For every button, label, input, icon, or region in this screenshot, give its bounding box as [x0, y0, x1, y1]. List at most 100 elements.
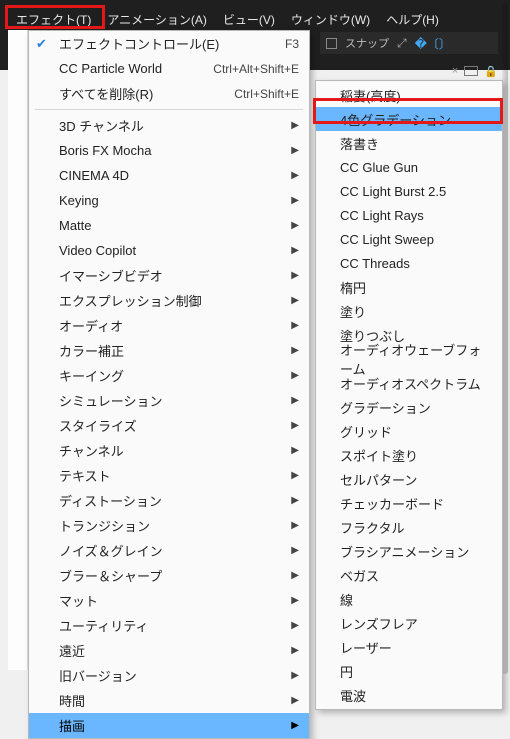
tab-close-icon[interactable]: ×	[452, 65, 458, 77]
submenu-item[interactable]: CC Light Rays	[316, 203, 502, 227]
menu-item-label: 描画	[59, 716, 291, 735]
submenu-item[interactable]: オーディオスペクトラム	[316, 371, 502, 395]
submenu-arrow-icon: ▶	[291, 195, 299, 206]
menu-animation[interactable]: アニメーション(A)	[99, 8, 215, 31]
submenu-item[interactable]: レーザー	[316, 635, 502, 659]
expand-icon[interactable]: ⤢	[397, 36, 407, 51]
submenu-item[interactable]: CC Light Burst 2.5	[316, 179, 502, 203]
menu-category-item[interactable]: オーディオ▶	[29, 313, 309, 338]
submenu-item[interactable]: グリッド	[316, 419, 502, 443]
menu-item-last-effect[interactable]: CC Particle World Ctrl+Alt+Shift+E	[29, 56, 309, 81]
menu-category-item[interactable]: スタイライズ▶	[29, 413, 309, 438]
submenu-arrow-icon: ▶	[291, 545, 299, 556]
tab-panel-icon[interactable]	[464, 66, 478, 76]
submenu-arrow-icon: ▶	[291, 520, 299, 531]
menu-category-item[interactable]: トランジション▶	[29, 513, 309, 538]
menu-category-item[interactable]: Boris FX Mocha▶	[29, 138, 309, 163]
menu-item-effect-controls[interactable]: ✔ エフェクトコントロール(E) F3	[29, 31, 309, 56]
menu-category-item[interactable]: Video Copilot▶	[29, 238, 309, 263]
submenu-arrow-icon: ▶	[291, 570, 299, 581]
submenu-arrow-icon: ▶	[291, 495, 299, 506]
menu-category-item[interactable]: キーイング▶	[29, 363, 309, 388]
submenu-item[interactable]: レンズフレア	[316, 611, 502, 635]
menu-window[interactable]: ウィンドウ(W)	[283, 8, 378, 31]
submenu-item[interactable]: セルパターン	[316, 467, 502, 491]
menu-category-item[interactable]: チャンネル▶	[29, 438, 309, 463]
menu-item-label: シミュレーション	[59, 391, 291, 410]
menu-category-item[interactable]: エクスプレッション制御▶	[29, 288, 309, 313]
submenu-arrow-icon: ▶	[291, 670, 299, 681]
submenu-item[interactable]: 4色グラデーション	[316, 107, 502, 131]
menu-item-label: エフェクトコントロール(E)	[59, 34, 285, 53]
menu-item-label: ユーティリティ	[59, 616, 291, 635]
submenu-item[interactable]: スポイト塗り	[316, 443, 502, 467]
menu-item-label: 旧バージョン	[59, 666, 291, 685]
snap-checkbox[interactable]	[326, 38, 337, 49]
menu-category-item[interactable]: シミュレーション▶	[29, 388, 309, 413]
menu-category-item[interactable]: テキスト▶	[29, 463, 309, 488]
menu-category-item[interactable]: 時間▶	[29, 688, 309, 713]
submenu-arrow-icon: ▶	[291, 220, 299, 231]
submenu-arrow-icon: ▶	[291, 295, 299, 306]
submenu-item[interactable]: 塗り	[316, 299, 502, 323]
menu-category-item[interactable]: ディストーション▶	[29, 488, 309, 513]
menu-category-item[interactable]: イマーシブビデオ▶	[29, 263, 309, 288]
submenu-item[interactable]: 楕円	[316, 275, 502, 299]
tab-lock-icon[interactable]: 🔒	[484, 65, 498, 78]
submenu-item[interactable]: グラデーション	[316, 395, 502, 419]
menu-category-item[interactable]: 旧バージョン▶	[29, 663, 309, 688]
menu-item-shortcut: F3	[285, 37, 299, 51]
menu-item-label: テキスト	[59, 466, 291, 485]
menu-help[interactable]: ヘルプ(H)	[378, 8, 447, 31]
menu-category-item[interactable]: 3D チャンネル▶	[29, 113, 309, 138]
menu-view[interactable]: ビュー(V)	[215, 8, 283, 31]
submenu-item[interactable]: ベガス	[316, 563, 502, 587]
menu-category-item[interactable]: CINEMA 4D▶	[29, 163, 309, 188]
menu-item-label: 時間	[59, 691, 291, 710]
menu-item-label: CC Particle World	[59, 61, 213, 76]
menu-category-item[interactable]: 遠近▶	[29, 638, 309, 663]
submenu-item[interactable]: CC Threads	[316, 251, 502, 275]
submenu-item[interactable]: CC Light Sweep	[316, 227, 502, 251]
submenu-item[interactable]: ブラシアニメーション	[316, 539, 502, 563]
submenu-arrow-icon: ▶	[291, 170, 299, 181]
submenu-item[interactable]: 円	[316, 659, 502, 683]
brackets-icon[interactable]: �〔〕	[415, 35, 451, 52]
menu-item-shortcut: Ctrl+Shift+E	[234, 87, 299, 101]
submenu-item[interactable]: チェッカーボード	[316, 491, 502, 515]
menu-item-remove-all[interactable]: すべてを削除(R) Ctrl+Shift+E	[29, 81, 309, 106]
menu-item-label: チャンネル	[59, 441, 291, 460]
menu-category-item[interactable]: ブラー＆シャープ▶	[29, 563, 309, 588]
menu-item-label: Boris FX Mocha	[59, 143, 291, 158]
check-icon: ✔	[36, 36, 47, 52]
submenu-arrow-icon: ▶	[291, 595, 299, 606]
submenu-arrow-icon: ▶	[291, 320, 299, 331]
submenu-item[interactable]: 線	[316, 587, 502, 611]
menu-item-label: ノイズ＆グレイン	[59, 541, 291, 560]
submenu-arrow-icon: ▶	[291, 695, 299, 706]
submenu-item[interactable]: 稲妻(高度)	[316, 83, 502, 107]
menu-category-item[interactable]: マット▶	[29, 588, 309, 613]
submenu-item[interactable]: 落書き	[316, 131, 502, 155]
submenu-item[interactable]: CC Glue Gun	[316, 155, 502, 179]
submenu-item[interactable]: フラクタル	[316, 515, 502, 539]
submenu-item[interactable]: 電波	[316, 683, 502, 707]
menu-item-label: スタイライズ	[59, 416, 291, 435]
menu-item-label: すべてを削除(R)	[59, 84, 234, 103]
menu-category-item[interactable]: Keying▶	[29, 188, 309, 213]
menu-category-item[interactable]: ユーティリティ▶	[29, 613, 309, 638]
menu-item-label: 3D チャンネル	[59, 116, 291, 135]
menu-category-item[interactable]: カラー補正▶	[29, 338, 309, 363]
submenu-arrow-icon: ▶	[291, 270, 299, 281]
menu-effect[interactable]: エフェクト(T)	[8, 8, 99, 31]
snap-label: スナップ	[345, 35, 389, 51]
submenu-arrow-icon: ▶	[291, 420, 299, 431]
menu-category-item[interactable]: Matte▶	[29, 213, 309, 238]
menu-category-item[interactable]: ノイズ＆グレイン▶	[29, 538, 309, 563]
submenu-arrow-icon: ▶	[291, 445, 299, 456]
menu-item-label: 遠近	[59, 641, 291, 660]
menu-category-item[interactable]: 描画▶	[29, 713, 309, 738]
menu-item-label: オーディオ	[59, 316, 291, 335]
menu-item-label: CINEMA 4D	[59, 168, 291, 183]
submenu-item[interactable]: オーディオウェーブフォーム	[316, 347, 502, 371]
